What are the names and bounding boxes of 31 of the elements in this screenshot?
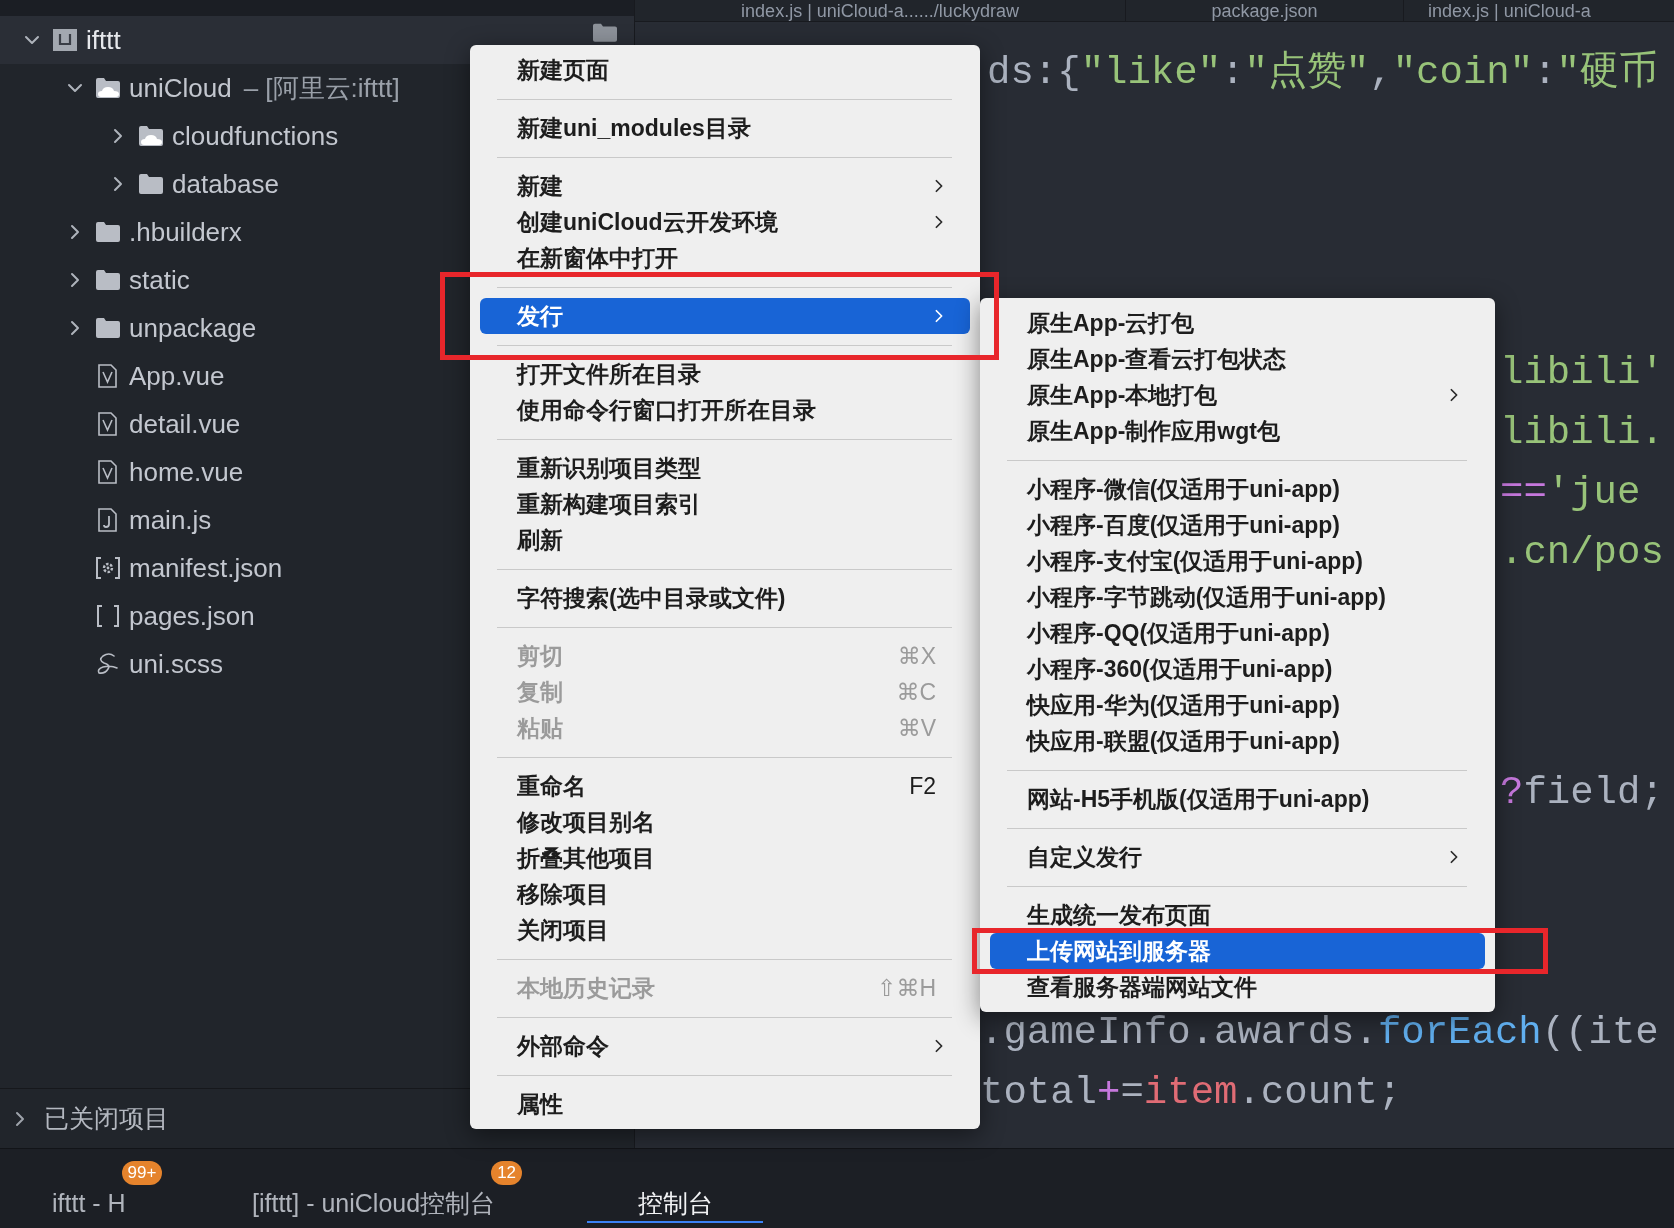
item-label: App.vue [129,359,225,393]
shortcut-label: ⌘C [896,677,937,707]
item-label: .hbuilderx [129,215,242,249]
code-line: libili' [1500,351,1664,395]
closed-projects-label: 已关闭项目 [44,1102,169,1134]
item-label: uni.scss [129,647,223,681]
item-label: unpackage [129,311,257,345]
shortcut-label: ⇧⌘H [877,973,937,1003]
code-line: total+=item.count; [980,1071,1402,1115]
item-label: ifttt [86,23,121,57]
code-line: libili. [1500,411,1664,455]
shortcut-label: ⌘V [897,713,937,743]
item-label: database [172,167,279,201]
item-label: manifest.json [129,551,283,585]
shortcut-label: ⌘X [897,641,937,671]
item-label: cloudfunctions [172,119,339,153]
code-line: .gameInfo.awards.forEach((ite [980,1011,1659,1055]
item-label: static [129,263,190,297]
count-badge: 12 [491,1161,523,1185]
code-line: ds:{"like":"点赞","coin":"硬币 [987,51,1658,95]
code-line: ?field; [1500,771,1664,815]
item-label: detail.vue [129,407,241,441]
item-label: home.vue [129,455,244,489]
item-note: – [阿里云:ifttt] [243,71,400,105]
code-line: .cn/pos [1500,531,1664,575]
shortcut-label: F2 [909,771,937,801]
code-line: =='jue [1500,471,1641,515]
item-label: uniCloud [129,71,232,105]
count-badge: 99+ [121,1161,163,1185]
item-label: pages.json [129,599,255,633]
item-label: main.js [129,503,212,537]
